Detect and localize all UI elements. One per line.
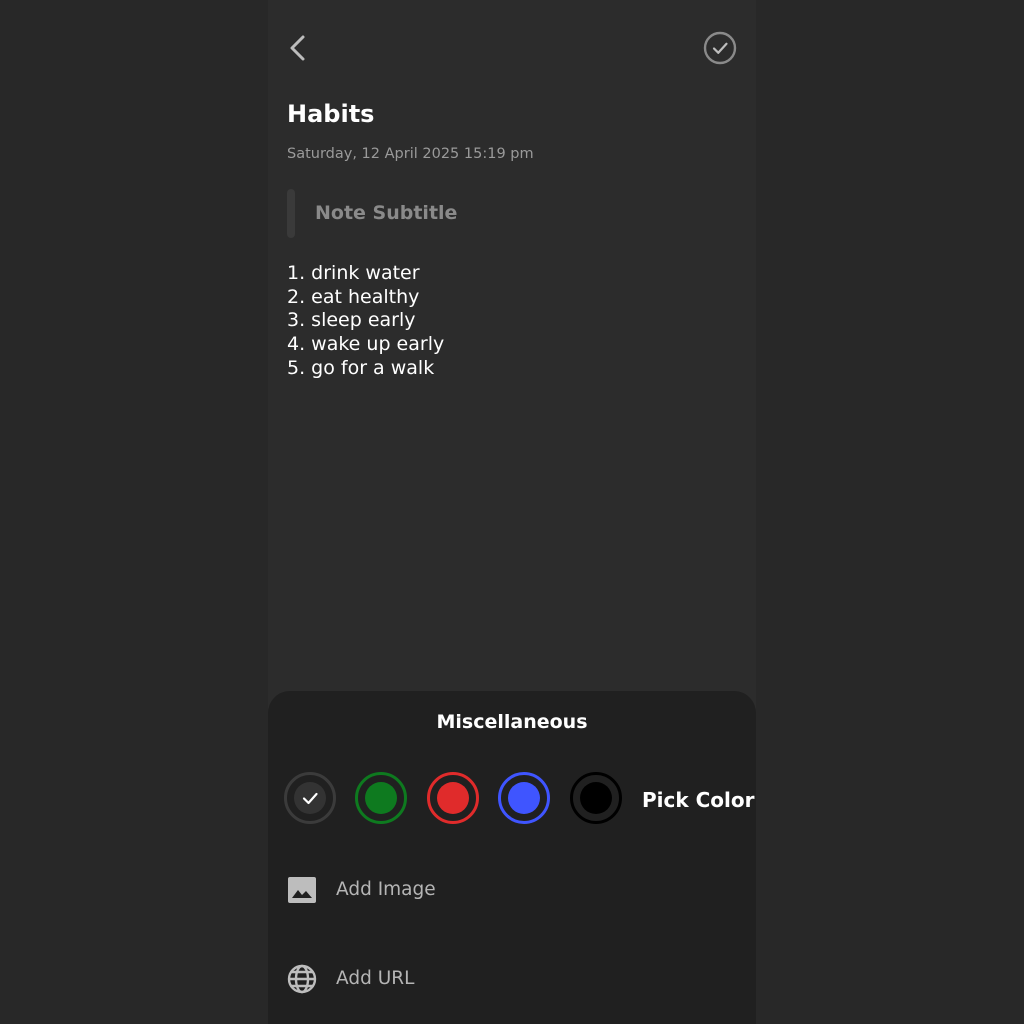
image-icon	[288, 877, 316, 903]
add-url-button[interactable]: Add URL	[286, 959, 726, 999]
swatch-fill	[508, 782, 540, 814]
note-editor-screen: Habits Saturday, 12 April 2025 15:19 pm …	[268, 0, 756, 1024]
check-icon	[302, 792, 318, 805]
color-swatch-green[interactable]	[355, 772, 407, 824]
list-item: 4. wake up early	[287, 333, 445, 356]
color-swatch-red[interactable]	[427, 772, 479, 824]
swatch-fill	[580, 782, 612, 814]
color-swatch-dark-gray[interactable]	[284, 772, 336, 824]
swatch-fill	[365, 782, 397, 814]
check-circle-icon	[703, 31, 737, 65]
color-swatch-blue[interactable]	[498, 772, 550, 824]
add-url-label: Add URL	[336, 968, 415, 989]
subtitle-field[interactable]: Note Subtitle	[287, 189, 727, 238]
miscellaneous-sheet: Miscellaneous Pick Color Add Image Add U…	[268, 691, 756, 1024]
subtitle-indicator-bar	[287, 189, 295, 238]
note-body[interactable]: 1. drink water 2. eat healthy 3. sleep e…	[287, 262, 727, 381]
globe-icon	[287, 964, 317, 994]
color-swatch-black[interactable]	[570, 772, 622, 824]
list-item: 5. go for a walk	[287, 356, 435, 379]
list-item: 3. sleep early	[287, 309, 416, 332]
add-image-label: Add Image	[336, 879, 436, 900]
chevron-left-icon	[290, 35, 305, 61]
note-title[interactable]: Habits	[287, 100, 374, 128]
list-item: 2. eat healthy	[287, 285, 420, 308]
add-image-button[interactable]: Add Image	[286, 870, 726, 910]
list-item: 1. drink water	[287, 262, 420, 284]
pick-color-button[interactable]: Pick Color	[642, 788, 755, 812]
subtitle-placeholder: Note Subtitle	[315, 202, 458, 224]
done-button[interactable]	[702, 30, 738, 66]
note-datetime: Saturday, 12 April 2025 15:19 pm	[287, 146, 534, 162]
sheet-title: Miscellaneous	[436, 711, 588, 733]
swatch-fill	[437, 782, 469, 814]
back-button[interactable]	[278, 28, 318, 68]
